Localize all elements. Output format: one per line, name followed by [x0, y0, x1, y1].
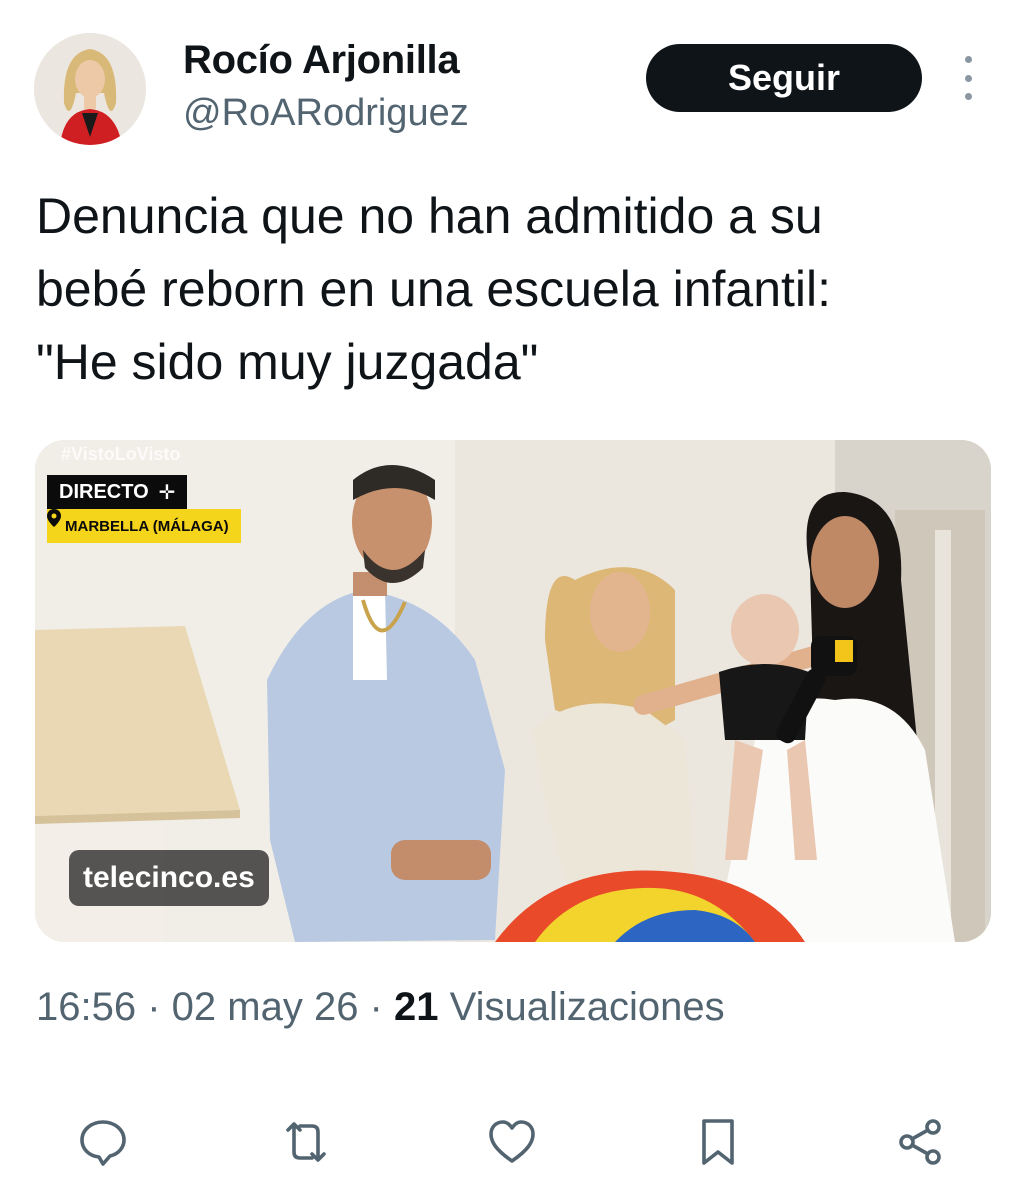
tweet-time[interactable]: 16:56	[36, 985, 136, 1029]
meta-separator: ·	[136, 985, 172, 1029]
location-label: MARBELLA (MÁLAGA)	[65, 517, 229, 535]
views-count: 21	[393, 985, 439, 1029]
reply-button[interactable]	[75, 1114, 131, 1170]
source-badge[interactable]: telecinco.es	[69, 850, 269, 906]
more-dot	[964, 56, 972, 63]
tweet-text: Denuncia que no han admitido a su bebé r…	[36, 188, 832, 390]
share-button[interactable]	[893, 1114, 949, 1170]
more-dot	[964, 74, 972, 82]
repost-arrows-icon	[286, 1122, 326, 1162]
bookmark-button[interactable]	[690, 1114, 746, 1170]
tweet-view: Rocío Arjonilla @RoARodriguez Seguir Den…	[0, 0, 1025, 1200]
like-button[interactable]	[484, 1114, 540, 1170]
speech-bubble-icon	[80, 1120, 126, 1166]
tweet-media-image[interactable]: #VistoLoVisto DIRECTO ✛ MARBELLA (MÁLAGA…	[35, 440, 991, 942]
author-display-name[interactable]: Rocío Arjonilla	[183, 38, 460, 83]
more-dot	[964, 93, 972, 100]
follow-button[interactable]: Seguir	[646, 44, 922, 112]
share-nodes-icon	[899, 1119, 941, 1165]
repost-button[interactable]	[278, 1114, 334, 1170]
views-label: Visualizaciones	[449, 985, 725, 1029]
meta-separator: ·	[358, 985, 394, 1029]
tweet-meta: 16:56 · 02 may 26 · 21 Visualizaciones	[36, 985, 725, 1030]
live-label: DIRECTO	[59, 480, 149, 503]
tweet-date[interactable]: 02 may 26	[172, 985, 359, 1029]
avatar[interactable]	[34, 33, 146, 145]
watermark-hashtag: #VistoLoVisto	[61, 444, 181, 464]
author-handle[interactable]: @RoARodriguez	[183, 92, 469, 135]
crosshair-icon: ✛	[158, 481, 176, 504]
avatar-photo	[34, 33, 146, 145]
more-options-icon[interactable]	[955, 56, 981, 100]
bookmark-icon	[702, 1119, 734, 1165]
heart-icon	[489, 1120, 535, 1163]
location-badge: MARBELLA (MÁLAGA)	[47, 509, 241, 543]
live-badge: DIRECTO ✛	[47, 475, 188, 509]
